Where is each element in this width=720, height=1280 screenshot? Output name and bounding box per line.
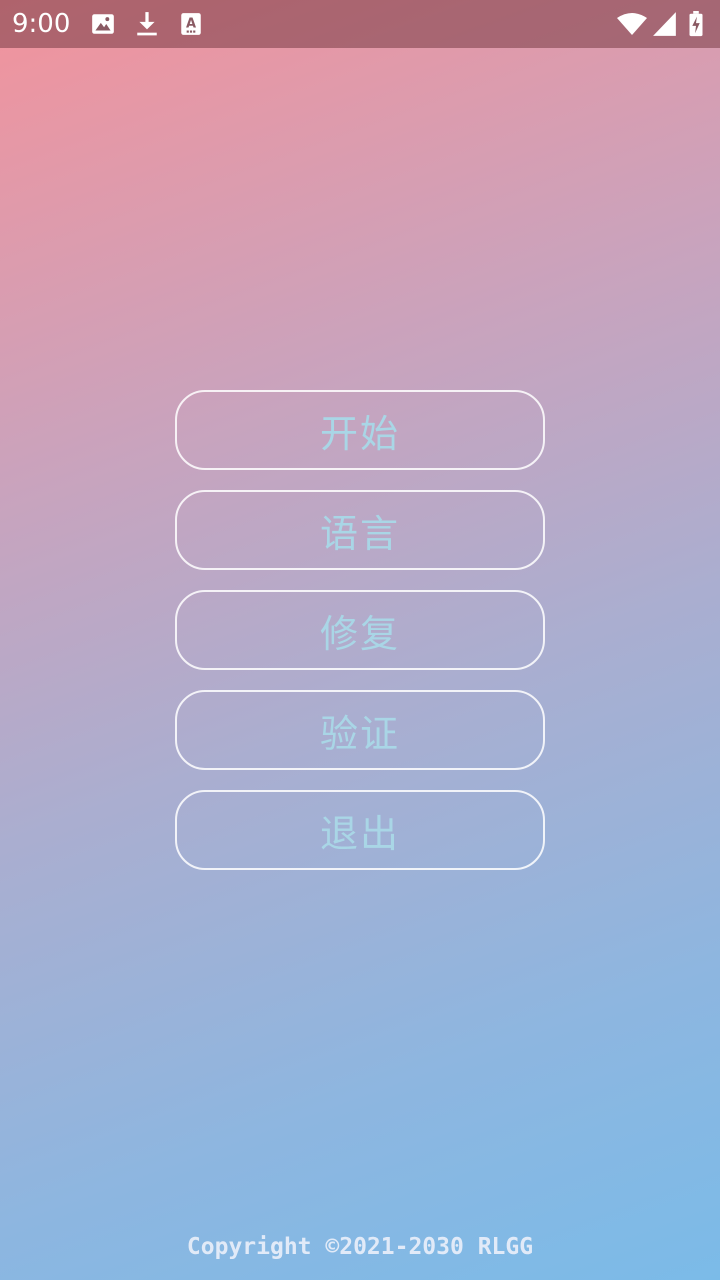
signal-icon [653,12,676,36]
status-time: 9:00 [12,9,71,39]
main-menu: 开始 语言 修复 验证 退出 [175,390,545,890]
language-button[interactable]: 语言 [175,490,545,570]
download-icon [137,12,157,36]
repair-button[interactable]: 修复 [175,590,545,670]
status-bar: 9:00 A [0,0,720,48]
start-button[interactable]: 开始 [175,390,545,470]
battery-charging-icon [689,11,703,37]
svg-text:A: A [186,16,196,31]
verify-button[interactable]: 验证 [175,690,545,770]
text-a-icon: A [181,13,201,35]
wifi-icon [617,13,647,35]
exit-button[interactable]: 退出 [175,790,545,870]
image-icon [92,14,114,34]
copyright-text: Copyright ©2021-2030 RLGG [186,1234,534,1260]
